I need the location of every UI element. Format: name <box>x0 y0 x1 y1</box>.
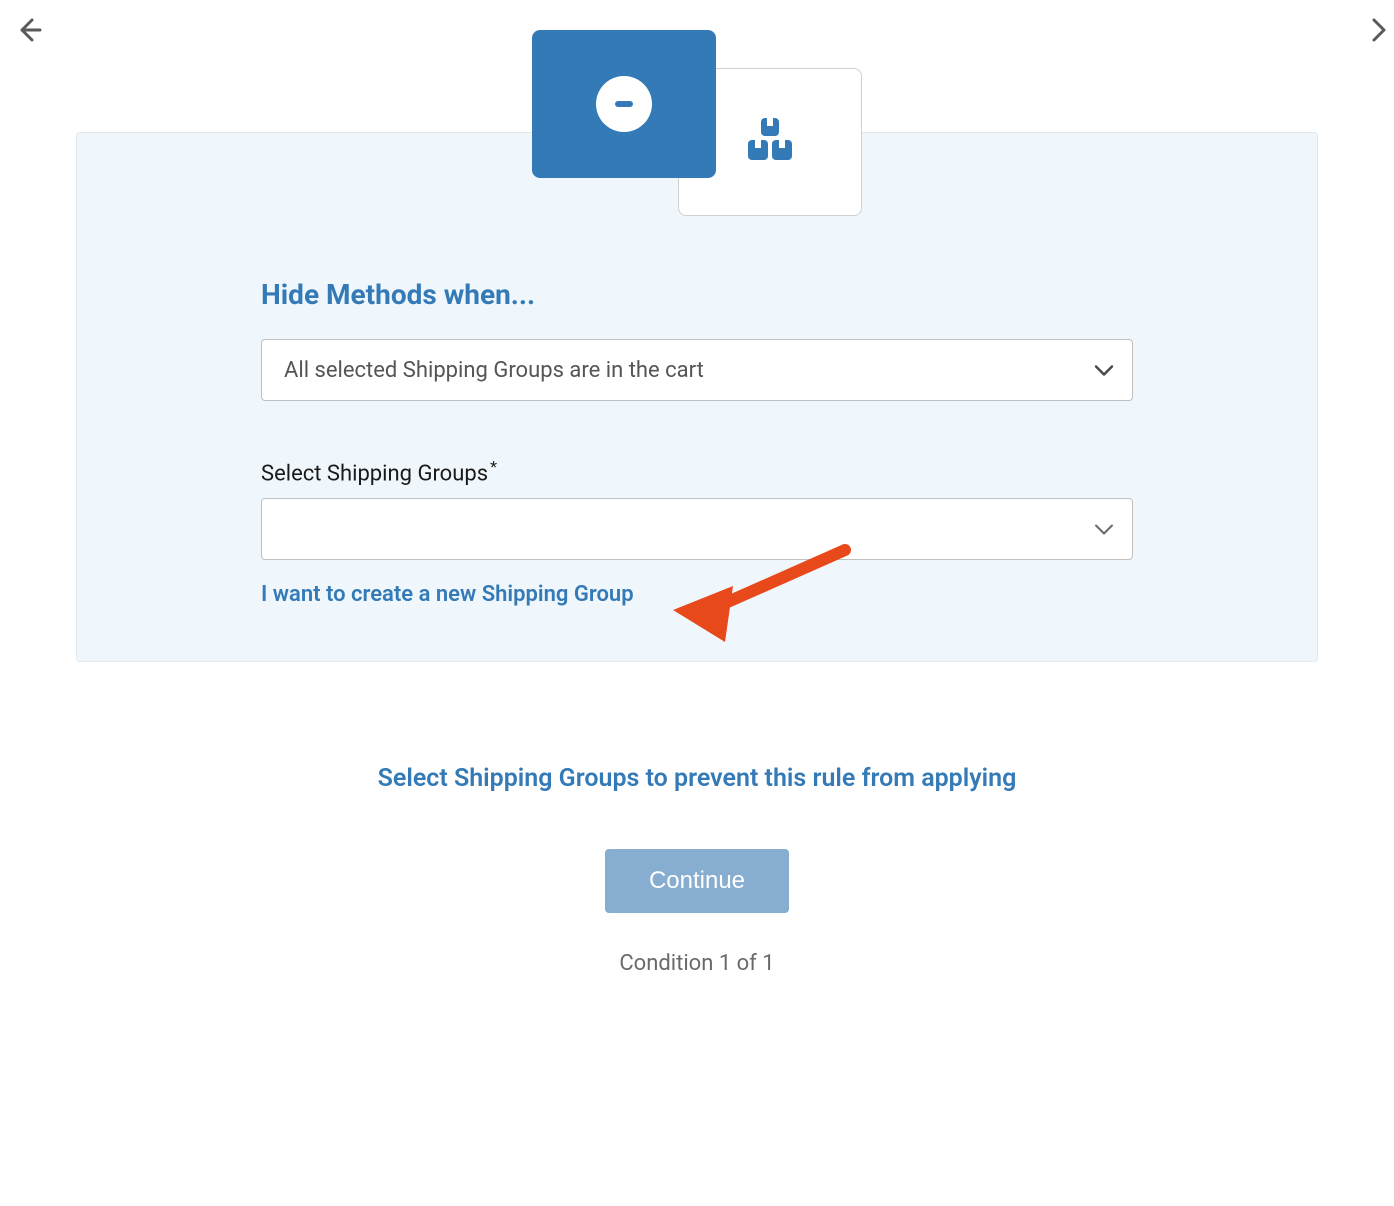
condition-select[interactable]: All selected Shipping Groups are in the … <box>261 339 1133 401</box>
hide-method-icon-card <box>532 30 716 178</box>
back-button[interactable] <box>10 12 46 52</box>
header-icon-cards <box>532 30 862 216</box>
continue-button[interactable]: Continue <box>605 849 789 913</box>
info-text: Select Shipping Groups to prevent this r… <box>76 764 1318 793</box>
shipping-groups-select[interactable] <box>261 498 1133 560</box>
panel-heading: Hide Methods when... <box>261 278 1133 311</box>
forward-button[interactable] <box>1366 12 1394 52</box>
shipping-groups-label: Select Shipping Groups* <box>261 457 1133 486</box>
minus-circle-icon <box>596 76 652 132</box>
condition-select-value: All selected Shipping Groups are in the … <box>284 358 704 383</box>
footer-area: Select Shipping Groups to prevent this r… <box>76 700 1318 976</box>
create-shipping-group-link[interactable]: I want to create a new Shipping Group <box>261 582 634 607</box>
boxes-icon <box>742 114 798 170</box>
chevron-down-icon <box>1094 517 1114 542</box>
condition-select-wrapper: All selected Shipping Groups are in the … <box>261 339 1133 401</box>
shipping-groups-section: Select Shipping Groups* I want to create… <box>261 457 1133 607</box>
condition-counter: Condition 1 of 1 <box>76 951 1318 976</box>
chevron-down-icon <box>1094 358 1114 383</box>
arrow-right-icon <box>1370 16 1390 44</box>
required-marker: * <box>490 457 497 476</box>
arrow-left-icon <box>14 16 42 44</box>
